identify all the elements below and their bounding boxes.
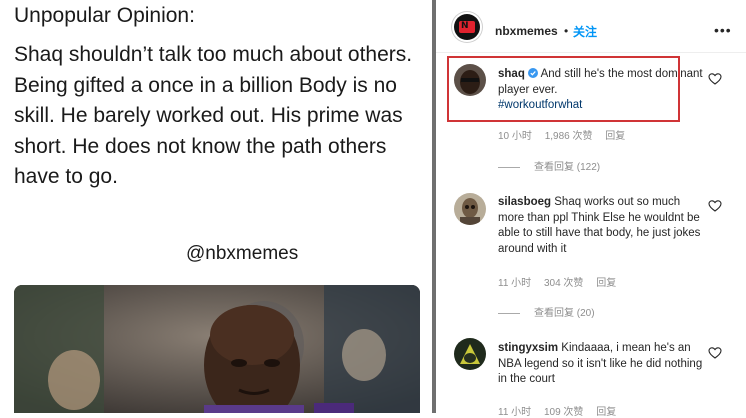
post-header: N nbxmemes • 关注 ••• xyxy=(436,0,746,53)
follow-button[interactable]: 关注 xyxy=(573,23,597,40)
comment-text: silasboeg Shaq works out so much more th… xyxy=(498,195,703,257)
comment-time: 10 小时 xyxy=(498,131,532,142)
more-options-icon[interactable]: ••• xyxy=(714,22,732,38)
like-heart-icon[interactable] xyxy=(708,72,722,86)
separator-dot: • xyxy=(564,24,569,38)
view-replies-label[interactable]: 查看回复 (122) xyxy=(534,162,600,173)
post-photo xyxy=(14,285,420,413)
highlight-box xyxy=(447,56,680,122)
reply-button[interactable]: 回复 xyxy=(605,131,625,142)
post-watermark: @nbxmemes xyxy=(186,243,299,264)
instagram-comments-panel: N nbxmemes • 关注 ••• shaq And still he's … xyxy=(436,0,746,418)
comment-meta: 10 小时 1,986 次赞 回复 xyxy=(498,127,635,142)
comment-username[interactable]: stingyxsim xyxy=(498,342,558,354)
comment-meta: 11 小时 304 次赞 回复 xyxy=(498,274,626,289)
comment-text: stingyxsim Kindaaaa, i mean he's an NBA … xyxy=(498,341,703,388)
post-heading: Unpopular Opinion: xyxy=(14,4,195,27)
post-image-panel: Unpopular Opinion: Shaq shouldn’t talk t… xyxy=(0,0,432,413)
comment-username[interactable]: silasboeg xyxy=(498,196,551,208)
nbx-logo-icon: N xyxy=(459,21,475,33)
comment-likes[interactable]: 304 次赞 xyxy=(544,278,583,289)
reply-button[interactable]: 回复 xyxy=(596,278,616,289)
avatar[interactable] xyxy=(454,193,486,225)
comment-likes[interactable]: 1,986 次赞 xyxy=(545,131,593,142)
avatar[interactable] xyxy=(454,338,486,370)
like-heart-icon[interactable] xyxy=(708,346,722,360)
photo-illustration xyxy=(14,285,420,413)
view-replies[interactable]: 查看回复 (122) xyxy=(498,158,600,173)
view-replies[interactable]: 查看回复 (20) xyxy=(498,304,595,319)
account-avatar[interactable]: N xyxy=(454,14,480,40)
account-username[interactable]: nbxmemes xyxy=(495,24,558,38)
view-replies-label[interactable]: 查看回复 (20) xyxy=(534,308,595,319)
like-heart-icon[interactable] xyxy=(708,199,722,213)
comment-time: 11 小时 xyxy=(498,278,532,289)
comment-meta: 11 小时 109 次赞 回复 xyxy=(498,403,626,418)
post-body-text: Shaq shouldn’t talk too much about other… xyxy=(14,43,413,188)
